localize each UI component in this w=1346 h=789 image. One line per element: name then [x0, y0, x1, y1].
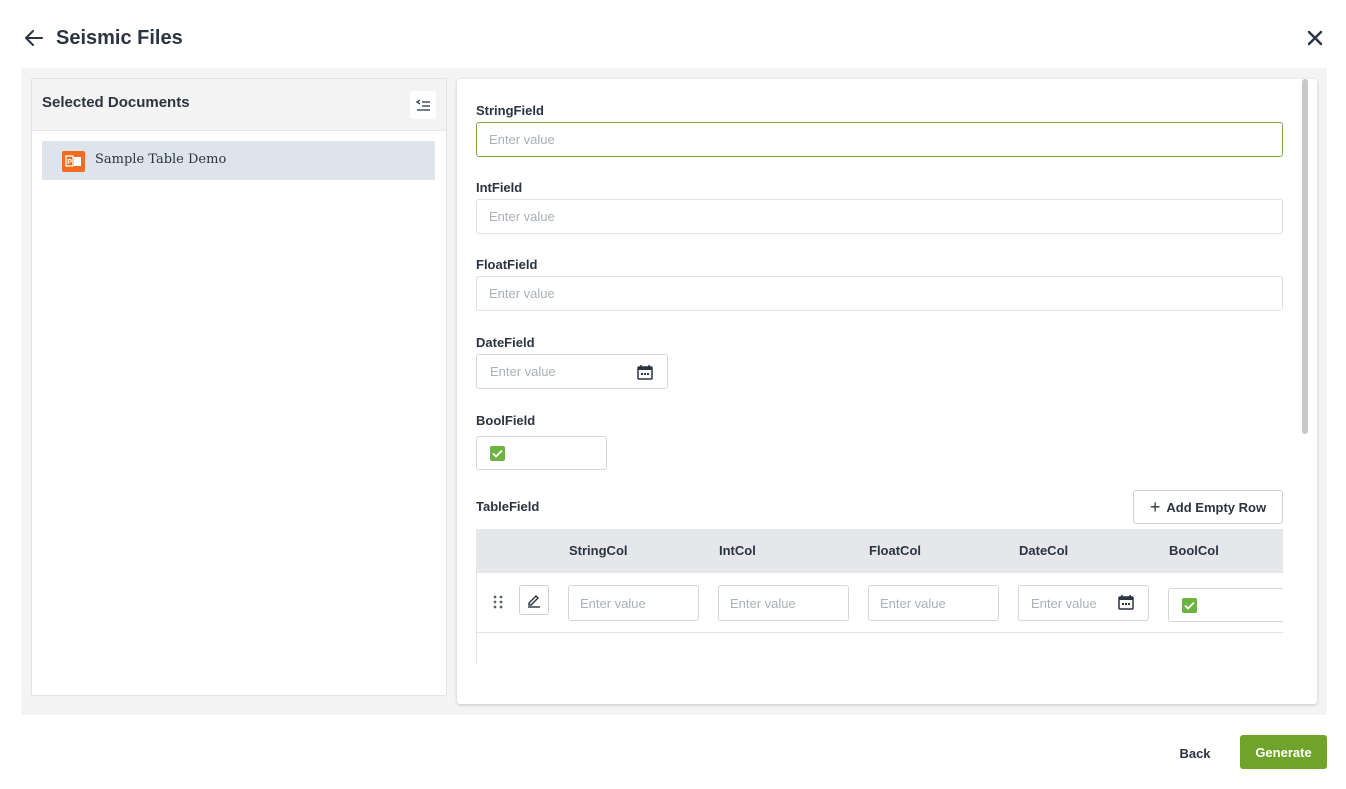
date-field-label: DateField: [476, 335, 535, 350]
edit-row-button[interactable]: [519, 585, 549, 615]
add-row-label: Add Empty Row: [1166, 499, 1267, 515]
int-col-input[interactable]: [718, 585, 849, 621]
generate-button[interactable]: Generate: [1240, 735, 1327, 769]
column-header: FloatCol: [869, 543, 921, 558]
date-col-input[interactable]: [1019, 586, 1111, 620]
bool-field-box: [476, 436, 607, 470]
bool-field-checkbox[interactable]: [490, 446, 505, 461]
check-icon: [1184, 601, 1195, 610]
close-icon[interactable]: [1303, 26, 1327, 50]
powerpoint-file-icon: P: [62, 151, 85, 172]
date-field-input[interactable]: [477, 355, 617, 388]
table-header: StringCol IntCol FloatCol DateCol BoolCo…: [477, 529, 1283, 573]
calendar-icon[interactable]: [637, 364, 653, 380]
arrow-left-icon[interactable]: [22, 26, 46, 50]
content-area: Selected Documents P Sample Table Demo S…: [21, 68, 1327, 715]
plus-icon: +: [1149, 497, 1161, 517]
document-item[interactable]: P Sample Table Demo: [42, 141, 435, 180]
collapse-list-icon: [416, 99, 430, 111]
float-field-label: FloatField: [476, 257, 538, 272]
form-panel: StringField IntField FloatField DateFiel…: [457, 79, 1317, 704]
check-icon: [492, 449, 503, 458]
collapse-panel-button[interactable]: [410, 91, 436, 119]
column-header: BoolCol: [1169, 543, 1219, 558]
column-header: StringCol: [569, 543, 628, 558]
calendar-icon[interactable]: [1118, 594, 1134, 610]
int-field-label: IntField: [476, 180, 523, 195]
column-header: DateCol: [1019, 543, 1069, 558]
drag-handle-icon[interactable]: [493, 595, 503, 609]
header: Seismic Files: [0, 0, 1346, 68]
panel-header: Selected Documents: [32, 79, 446, 131]
back-button[interactable]: Back: [1166, 736, 1224, 770]
bool-col-checkbox[interactable]: [1182, 598, 1197, 613]
svg-text:P: P: [67, 159, 72, 166]
selected-documents-panel: Selected Documents P Sample Table Demo: [31, 78, 447, 696]
document-label: Sample Table Demo: [95, 152, 227, 167]
panel-title: Selected Documents: [42, 94, 190, 111]
add-empty-row-button[interactable]: + Add Empty Row: [1133, 490, 1283, 524]
bool-col-box: [1168, 588, 1283, 622]
int-field-input[interactable]: [476, 199, 1283, 234]
string-field-input[interactable]: [476, 122, 1283, 157]
string-col-input[interactable]: [568, 585, 699, 621]
footer: Back Generate: [0, 715, 1346, 789]
table-row: [477, 573, 1283, 633]
scrollbar[interactable]: [1302, 79, 1308, 434]
string-field-label: StringField: [476, 103, 544, 118]
float-field-input[interactable]: [476, 276, 1283, 311]
table-field-label: TableField: [476, 499, 540, 514]
float-col-input[interactable]: [868, 585, 999, 621]
pencil-icon: [528, 595, 540, 608]
date-col-picker: [1018, 585, 1149, 621]
column-header: IntCol: [719, 543, 756, 558]
page-title: Seismic Files: [56, 27, 183, 49]
bool-field-label: BoolField: [476, 413, 536, 428]
date-field-picker: [476, 354, 668, 389]
table-field: StringCol IntCol FloatCol DateCol BoolCo…: [476, 529, 1283, 664]
